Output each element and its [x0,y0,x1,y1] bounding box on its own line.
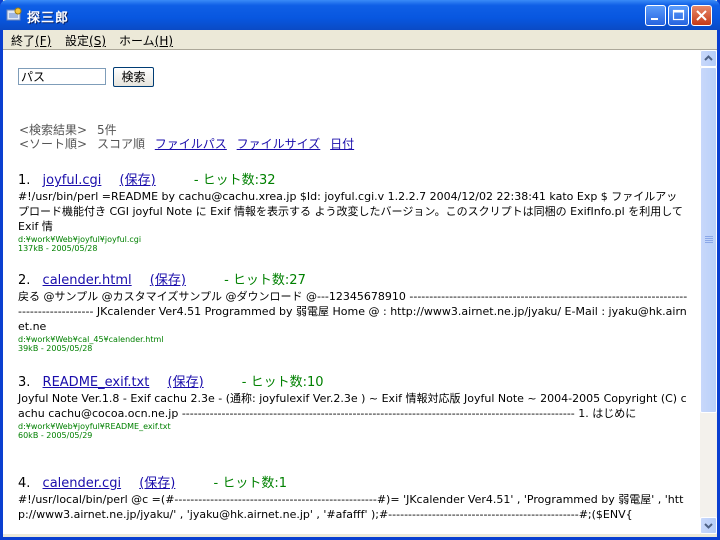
result-snippet: #!/usr/bin/perl =README by cachu@cachu.x… [18,190,683,233]
maximize-icon [672,9,685,21]
result-meta: 137kB - 2005/05/28 [18,244,98,253]
scroll-up-button[interactable] [700,50,717,67]
hit-count: - ヒット数:1 [213,476,287,491]
title-bar[interactable]: 探三郎 [0,0,720,30]
result-title-link[interactable]: calender.html [43,273,132,288]
close-button[interactable] [691,5,712,26]
result-snippet: Joyful Note Ver.1.8 - Exif cachu 2.3e - … [18,392,687,420]
cache-link[interactable]: (保存) [150,273,186,288]
window-title: 探三郎 [27,11,70,26]
result-snippet: 戻る @サンプル @カスタマイズサンプル @ダウンロード @---1234567… [18,290,688,333]
search-button[interactable]: 検索 [113,67,154,87]
result-path: d:¥work¥Web¥joyful¥joyful.cgi [18,235,142,244]
maximize-button[interactable] [668,5,689,26]
arrow-up-icon [704,55,713,61]
sort-by-size-link[interactable]: ファイルサイズ [237,137,321,151]
menu-bar: 終了(F) 設定(S) ホーム(H) [3,30,717,49]
cache-link[interactable]: (保存) [168,375,204,390]
sort-current: スコア順 [96,137,145,151]
minimize-button[interactable] [645,5,666,26]
menu-home[interactable]: ホーム(H) [119,32,173,49]
result-meta: 60kB - 2005/05/29 [18,431,93,440]
sort-by-date-link[interactable]: 日付 [330,137,354,151]
menu-settings[interactable]: 設定(S) [65,32,106,49]
result-path: d:¥work¥Web¥cal_45¥calender.html [18,335,164,344]
hit-count: - ヒット数:27 [224,273,306,288]
result-item: 3. README_exif.txt (保存) - ヒット数:10 Joyful… [18,375,687,440]
minimize-icon [651,18,658,20]
menu-exit[interactable]: 終了(F) [11,32,51,49]
app-icon [6,7,22,21]
results-pane: 検索 <検索結果> 5件 <ソート順> スコア順 ファイルパス ファイルサイズ … [3,50,700,534]
result-item: 1. joyful.cgi (保存) - ヒット数:32 #!/usr/bin/… [18,169,688,253]
sort-options: <ソート順> スコア順 ファイルパス ファイルサイズ 日付 [19,137,355,151]
result-snippet: #!/usr/local/bin/perl @c =(#------------… [18,493,684,521]
result-item: 4. calender.cgi (保存) - ヒット数:1 #!/usr/loc… [18,472,688,522]
cache-link[interactable]: (保存) [139,476,175,491]
cache-link[interactable]: (保存) [120,173,156,188]
result-title-link[interactable]: README_exif.txt [43,375,150,390]
result-item: 2. calender.html (保存) - ヒット数:27 戻る @サンプル… [18,273,688,353]
result-path: d:¥work¥Web¥joyful¥README_exif.txt [18,422,171,431]
sort-by-path-link[interactable]: ファイルパス [155,137,227,151]
result-meta: 39kB - 2005/05/28 [18,344,93,353]
search-input[interactable] [18,68,106,85]
close-icon [696,10,707,21]
result-title-link[interactable]: calender.cgi [43,476,122,491]
vertical-scrollbar[interactable] [700,50,717,534]
scroll-thumb[interactable] [700,67,717,413]
app-window: 探三郎 終了(F) 設定(S) ホーム(H) 検索 <検索結果> 5件 <ソート… [0,0,720,540]
hit-count: - ヒット数:32 [193,173,276,188]
result-title-link[interactable]: joyful.cgi [43,173,102,188]
hit-count: - ヒット数:10 [241,375,324,390]
arrow-down-icon [704,523,713,529]
scroll-down-button[interactable] [700,517,717,534]
